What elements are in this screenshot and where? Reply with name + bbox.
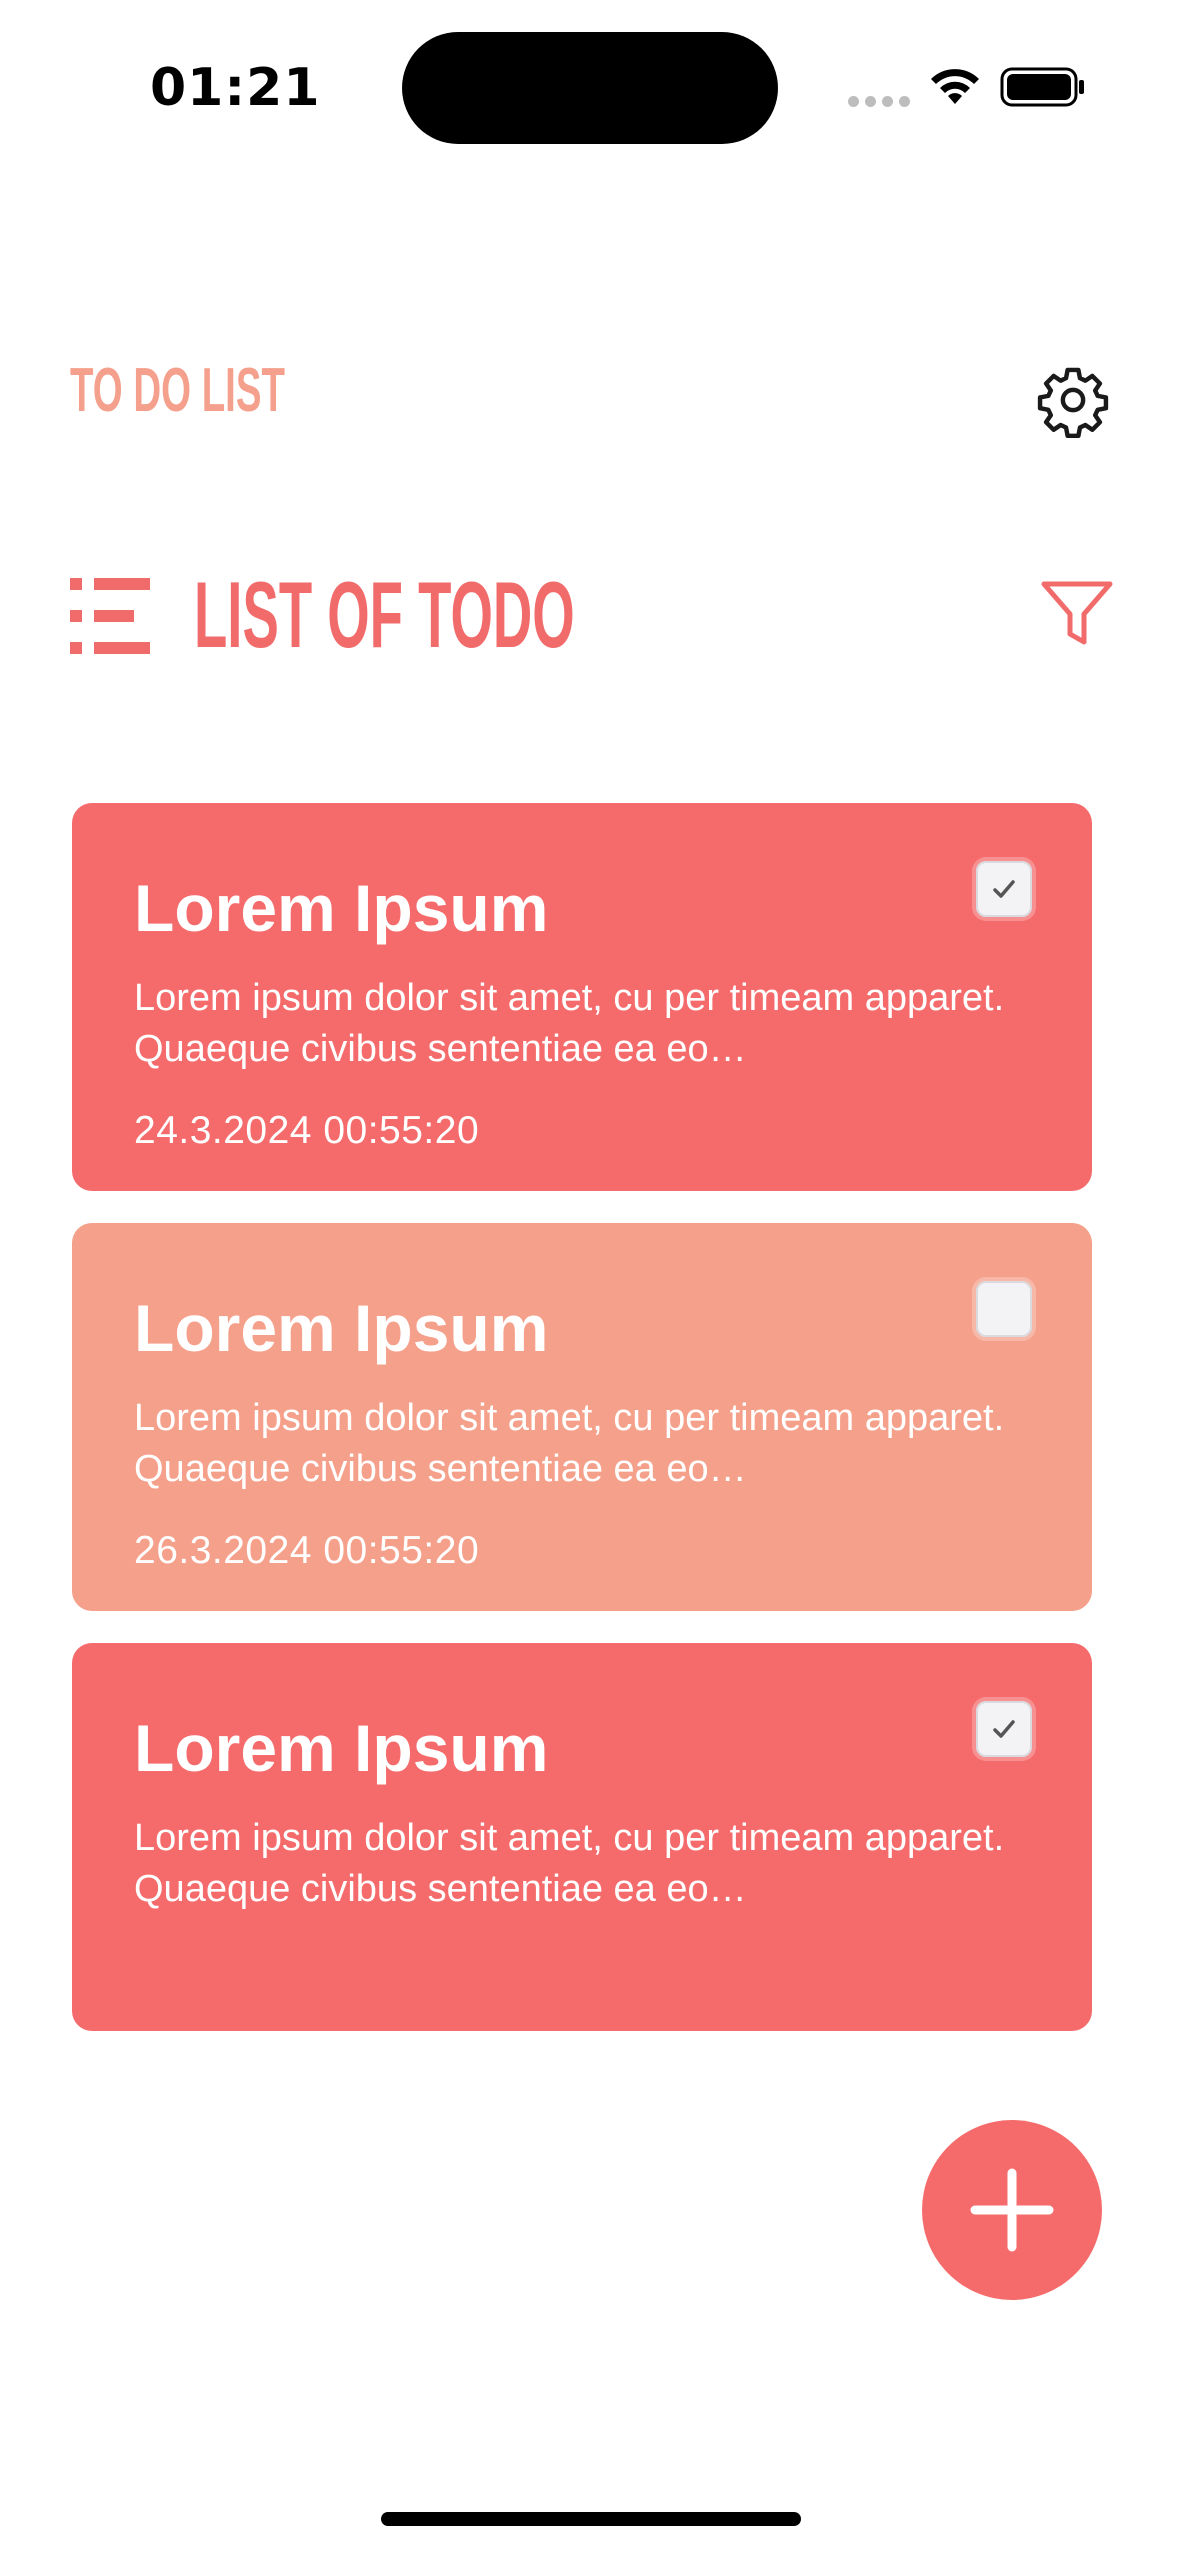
todo-checkbox[interactable] bbox=[976, 861, 1032, 917]
dynamic-island bbox=[402, 32, 778, 144]
todo-title: Lorem Ipsum bbox=[134, 871, 549, 945]
todo-description: Lorem ipsum dolor sit amet, cu per timea… bbox=[134, 1817, 1005, 1910]
filter-icon[interactable] bbox=[1040, 580, 1114, 650]
todo-title: Lorem Ipsum bbox=[134, 1711, 549, 1785]
battery-icon bbox=[1000, 67, 1084, 107]
todo-card[interactable]: Lorem Ipsum Lorem ipsum dolor sit amet, … bbox=[72, 1223, 1092, 1611]
todo-checkbox[interactable] bbox=[976, 1281, 1032, 1337]
cellular-signal-icon bbox=[848, 96, 910, 107]
add-todo-button[interactable] bbox=[922, 2120, 1102, 2300]
todo-date: 24.3.2024 00:55:20 bbox=[134, 1109, 480, 1152]
checkmark-icon bbox=[993, 880, 1015, 898]
todo-list: Lorem Ipsum Lorem ipsum dolor sit amet, … bbox=[72, 803, 1092, 2063]
todo-description: Lorem ipsum dolor sit amet, cu per timea… bbox=[134, 977, 1005, 1070]
plus-icon bbox=[970, 2168, 1054, 2252]
todo-card[interactable]: Lorem Ipsum Lorem ipsum dolor sit amet, … bbox=[72, 803, 1092, 1191]
todo-description: Lorem ipsum dolor sit amet, cu per timea… bbox=[134, 1397, 1005, 1490]
list-icon bbox=[70, 578, 150, 654]
checkmark-icon bbox=[993, 1720, 1015, 1738]
section-title: LIST OF TODO bbox=[194, 562, 575, 667]
todo-date: 26.3.2024 00:55:20 bbox=[134, 1529, 480, 1572]
todo-title: Lorem Ipsum bbox=[134, 1291, 549, 1365]
home-indicator bbox=[381, 2512, 801, 2526]
status-bar: 01:21 bbox=[0, 0, 1179, 160]
gear-icon[interactable] bbox=[1035, 362, 1111, 438]
todo-checkbox[interactable] bbox=[976, 1701, 1032, 1757]
app-title: TO DO LIST bbox=[70, 356, 285, 425]
status-time: 01:21 bbox=[150, 58, 321, 118]
wifi-icon bbox=[931, 69, 979, 104]
todo-card[interactable]: Lorem Ipsum Lorem ipsum dolor sit amet, … bbox=[72, 1643, 1092, 2031]
